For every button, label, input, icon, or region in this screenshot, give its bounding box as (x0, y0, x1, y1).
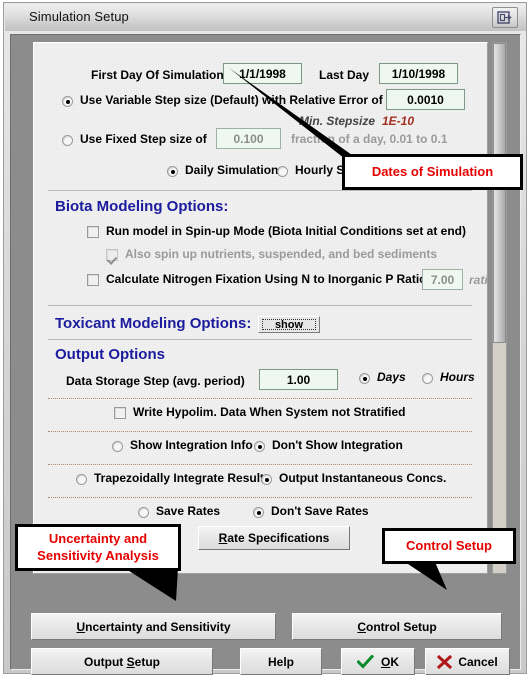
uncertainty-annotation-line2: Sensitivity Analysis (37, 547, 159, 563)
dates-annotation-callout: Dates of Simulation (342, 154, 523, 190)
screenshot-root: Simulation Setup First Day Of Simulation… (0, 0, 530, 676)
control-setup-annotation-callout: Control Setup (382, 528, 516, 564)
control-setup-annotation-text: Control Setup (406, 537, 492, 553)
uncertainty-annotation-callout: Uncertainty and Sensitivity Analysis (15, 524, 181, 571)
dates-annotation-text: Dates of Simulation (371, 163, 494, 179)
control-setup-annotation-pointer (402, 560, 447, 590)
uncertainty-annotation-line1: Uncertainty and (48, 531, 148, 547)
